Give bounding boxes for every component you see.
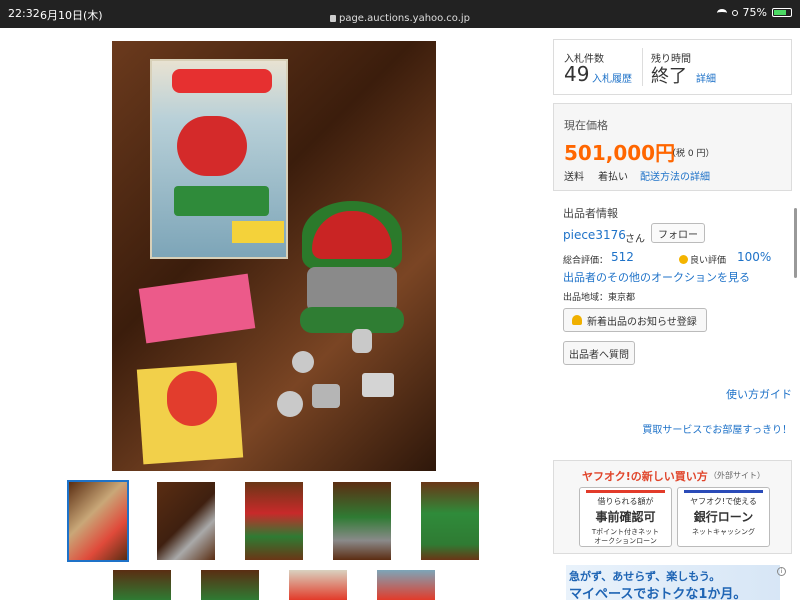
wifi-icon [716, 8, 727, 17]
good-label: 良い評価 [690, 256, 727, 266]
main-product-image[interactable] [112, 41, 436, 471]
thumbnail-1[interactable] [67, 480, 129, 562]
preapproval-foot: Tポイント付きネット オークションローン [580, 528, 671, 546]
part-screw [352, 329, 372, 353]
preapproval-button[interactable]: 借りられる額が 事前確認可 Tポイント付きネット オークションローン [579, 487, 672, 547]
ad-info-icon[interactable]: i [777, 567, 786, 576]
color-bar [586, 490, 665, 493]
seller-name-link[interactable]: piece3176 [563, 228, 626, 242]
bank-loan-main: 銀行ローン [693, 510, 754, 524]
thumbnail-3[interactable] [245, 482, 303, 560]
address-bar[interactable]: page.auctions.yahoo.co.jp [0, 13, 800, 24]
bank-loan-button[interactable]: ヤフオク!で使える 銀行ローン ネットキャッシング [677, 487, 770, 547]
shipping-payment: 着払い [598, 172, 628, 183]
good-rating: 良い評価 [679, 253, 726, 266]
notify-button[interactable]: 新着出品のお知らせ登録 [563, 308, 707, 332]
thumbnail-8[interactable] [289, 570, 347, 600]
bids-count: 49 [564, 62, 590, 86]
new-buy-title: ヤフオク!の新しい買い方 [582, 470, 708, 483]
part-coin-2 [277, 391, 303, 417]
price-tax: （税 0 円） [667, 149, 715, 159]
other-auctions-link[interactable]: 出品者のその他のオークションを見る [563, 269, 750, 285]
battery-percent: 75% [742, 6, 767, 19]
bid-history-link[interactable]: 入札履歴 [592, 70, 632, 85]
seller-suffix: さん [625, 234, 645, 245]
battery-level [774, 10, 786, 15]
seller-region: 出品地域：東京都 [563, 293, 636, 303]
price-card: 現在価格 501,000円 （税 0 円） 送料 着払い 配送方法の詳細 [553, 103, 792, 191]
paper-insert [138, 273, 256, 344]
toy-box-image [150, 59, 288, 259]
part-block [362, 373, 394, 397]
scrollbar[interactable] [794, 208, 797, 278]
booklet-face [167, 371, 217, 426]
guide-link[interactable]: 使い方ガイド [726, 386, 792, 402]
robot-legs [307, 267, 397, 312]
color-bar [684, 490, 763, 493]
new-buy-card: ヤフオク!の新しい買い方 （外部サイト） 借りられる額が 事前確認可 Tポイント… [553, 460, 792, 554]
seller-info: 出品者情報 piece3176 さん フォロー 総合評価： 512 良い評価 1… [553, 195, 792, 375]
divider [642, 48, 643, 86]
thumbnail-4[interactable] [333, 482, 391, 560]
remaining-detail-link[interactable]: 詳細 [696, 70, 716, 85]
bank-loan-sub: ヤフオク!で使える [690, 497, 757, 506]
box-lid [172, 69, 272, 93]
part-nut [312, 384, 340, 408]
rating-value[interactable]: 512 [611, 250, 634, 264]
good-rating-value: 100% [737, 250, 772, 264]
battery-icon [772, 8, 792, 17]
ad-line-1: 急がず、あせらず、楽しもう。 [569, 570, 721, 583]
bank-loan-foot: ネットキャッシング [692, 528, 755, 536]
status-bar: 22:32 6月10日(木) page.auctions.yahoo.co.jp… [0, 0, 800, 28]
part-coin [292, 351, 314, 373]
location-icon [731, 9, 738, 16]
follow-button[interactable]: フォロー [651, 223, 705, 243]
buyback-link[interactable]: 買取サービスでお部屋すっきり！ [642, 421, 792, 436]
thumbnail-7[interactable] [201, 570, 259, 600]
shipping-label: 送料 [564, 172, 584, 183]
thumbnail-5[interactable] [421, 482, 479, 560]
bids-card: 入札件数 49 入札履歴 残り時間 終了 詳細 [553, 39, 792, 95]
box-face [177, 116, 247, 176]
status-icons: 75% [716, 6, 792, 19]
preapproval-sub: 借りられる額が [597, 497, 654, 506]
preapproval-foot-2: オークションローン [594, 537, 657, 545]
notify-label: 新着出品のお知らせ登録 [587, 316, 697, 328]
box-text [174, 186, 269, 216]
ad-banner[interactable]: 急がず、あせらず、楽しもう。 マイペースでおトクな1か月。 [566, 565, 780, 600]
bell-icon [572, 315, 582, 325]
preapproval-foot-1: Tポイント付きネット [591, 528, 660, 536]
thumbnail-2[interactable] [157, 482, 215, 560]
robot-feet [300, 307, 404, 333]
url-text: page.auctions.yahoo.co.jp [338, 13, 471, 24]
price-label: 現在価格 [564, 119, 608, 132]
remaining-value: 終了 [651, 66, 687, 87]
ask-seller-button[interactable]: 出品者へ質問 [563, 341, 635, 365]
box-badge [232, 221, 284, 243]
shipping-detail-link[interactable]: 配送方法の詳細 [640, 168, 710, 183]
thumbnail-6[interactable] [113, 570, 171, 600]
seller-title: 出品者情報 [563, 207, 618, 220]
sun-icon [679, 255, 688, 264]
current-price: 501,000円 [564, 141, 676, 165]
preapproval-main: 事前確認可 [595, 510, 656, 524]
new-buy-external: （外部サイト） [709, 471, 765, 480]
ad-line-2: マイペースでおトクな1か月。 [569, 587, 747, 600]
rating-label: 総合評価： [563, 256, 609, 266]
thumbnail-9[interactable] [377, 570, 435, 600]
lock-icon [329, 15, 336, 22]
